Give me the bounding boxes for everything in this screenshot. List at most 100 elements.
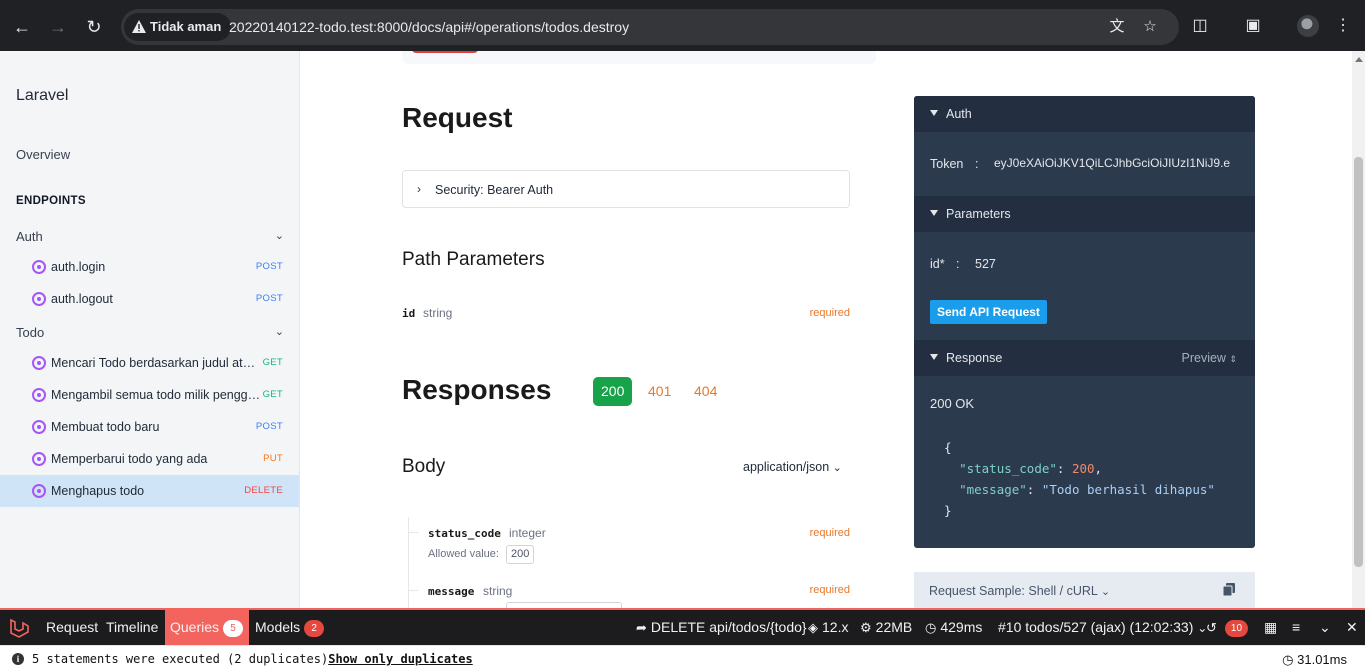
schema-tree-line <box>408 517 409 608</box>
security-chip[interactable]: Tidak aman <box>124 13 232 41</box>
sidebar-item-auth-login[interactable]: auth.login POST <box>0 251 299 283</box>
settings-sliders-icon[interactable]: ≡ <box>1292 610 1300 645</box>
tab-search-icon[interactable]: ▣ <box>1240 13 1266 39</box>
minimize-chevron-icon[interactable]: ⌄ <box>1319 610 1331 645</box>
debugbar-tab-queries[interactable]: Queries 5 <box>165 610 250 645</box>
time-text: 31.01ms <box>1297 652 1347 667</box>
copy-icon[interactable] <box>1223 583 1235 596</box>
sidebar-item-todo-search[interactable]: Mencari Todo berdasarkan judul atau… GET <box>0 347 299 379</box>
response-tab-404[interactable]: 404 <box>686 377 725 406</box>
param-name: id <box>402 307 416 320</box>
endpoint-label: Menghapus todo <box>51 484 145 498</box>
show-duplicates-link[interactable]: Show only duplicates <box>328 652 473 666</box>
sidebar-item-overview[interactable]: Overview <box>16 147 70 162</box>
warning-icon <box>132 20 146 33</box>
method-badge: GET <box>262 389 283 400</box>
laravel-version-indicator[interactable]: ◈ 12.x <box>808 610 848 645</box>
memory-indicator[interactable]: ⚙ 22MB <box>860 610 912 645</box>
content-type-label: application/json <box>743 460 830 474</box>
route-indicator[interactable]: ➦ DELETE api/todos/{todo} <box>636 610 807 645</box>
folder-icon[interactable]: ▦ <box>1264 610 1277 645</box>
endpoint-icon <box>32 484 46 498</box>
response-section-header[interactable]: Response Preview ⇕ <box>914 340 1255 376</box>
endpoint-label: Mengambil semua todo milik penggu… <box>51 388 261 402</box>
history-button[interactable]: ↺ 10 <box>1206 610 1249 645</box>
sidebar-item-todo-store[interactable]: Membuat todo baru POST <box>0 411 299 443</box>
request-select-text: #10 todos/527 (ajax) (12:02:33) <box>998 619 1194 635</box>
json-brace: } <box>944 503 952 518</box>
laravel-logo-icon[interactable] <box>9 617 31 639</box>
sidebar-group-todo[interactable]: Todo ⌄ <box>16 325 284 340</box>
request-sample-select[interactable]: Request Sample: Shell / cURL ⌄ <box>929 584 1110 598</box>
page-scrollbar[interactable] <box>1352 51 1365 608</box>
method-badge: POST <box>255 293 283 304</box>
id-input[interactable]: 527 <box>975 257 996 271</box>
docs-main: Request › Security: Bearer Auth Path Par… <box>300 51 1352 608</box>
translate-icon[interactable]: 文 <box>1107 17 1127 37</box>
id-separator: : <box>956 257 960 271</box>
id-label: id* <box>930 257 945 271</box>
json-value: 200 <box>1071 461 1095 476</box>
chevron-down-icon: ⌄ <box>832 462 842 474</box>
response-json: { "status_code": 200, "message": "Todo b… <box>944 440 1215 518</box>
section-title: Response <box>946 351 1003 365</box>
forward-icon[interactable]: → <box>44 13 72 41</box>
method-badge: PUT <box>263 453 283 464</box>
extensions-icon[interactable]: ◫ <box>1187 13 1213 39</box>
token-input[interactable]: eyJ0eXAiOiJKV1QiLCJhbGciOiJIUzI1NiJ9.e <box>994 156 1242 170</box>
close-icon[interactable]: ✕ <box>1346 610 1358 645</box>
content-type-select[interactable]: application/json ⌄ <box>743 460 842 474</box>
endpoint-label: auth.login <box>51 260 106 274</box>
section-title: Auth <box>946 107 972 121</box>
responses-heading: Responses <box>402 374 552 405</box>
menu-kebab-icon[interactable]: ⋮ <box>1330 13 1356 39</box>
field-type: integer <box>509 526 546 540</box>
sidebar-item-todo-destroy[interactable]: Menghapus todo DELETE <box>0 475 299 507</box>
scroll-thumb[interactable] <box>1354 157 1363 567</box>
debugbar: Request Timeline Queries 5 Models 2 ➦ DELET… <box>0 608 1365 645</box>
chevron-down-icon: ⌄ <box>1100 586 1111 598</box>
debugbar-tab-timeline[interactable]: Timeline <box>101 610 163 645</box>
route-text: DELETE api/todos/{todo} <box>650 619 807 635</box>
scroll-up-arrow[interactable] <box>1355 57 1363 62</box>
sidebar-item-todo-update[interactable]: Memperbarui todo yang ada PUT <box>0 443 299 475</box>
allowed-value-label: Allowed value: <box>428 548 499 560</box>
security-disclosure[interactable]: › Security: Bearer Auth <box>402 170 850 208</box>
request-heading: Request <box>402 102 513 133</box>
count-badge: 2 <box>304 620 325 637</box>
required-label: required <box>809 307 850 319</box>
debugbar-tab-request[interactable]: Request <box>41 610 103 645</box>
schema-tree-branch <box>408 532 418 533</box>
laravel-icon: ◈ <box>808 620 818 635</box>
share-icon: ➦ <box>636 620 647 635</box>
reload-icon[interactable]: ↻ <box>80 13 108 41</box>
auth-section-header[interactable]: Auth <box>914 96 1255 132</box>
path-parameters-heading: Path Parameters <box>402 249 545 270</box>
tab-label: Models <box>255 619 301 635</box>
address-bar[interactable]: Tidak aman 20220140122-todo.test:8000/do… <box>121 9 1179 45</box>
sort-icon: ⇕ <box>1229 354 1237 364</box>
caret-down-icon <box>930 354 938 360</box>
bookmark-star-icon[interactable]: ☆ <box>1140 17 1160 37</box>
request-sample-bar: Request Sample: Shell / cURL ⌄ <box>914 572 1255 608</box>
debugbar-tab-models[interactable]: Models 2 <box>250 610 329 645</box>
url-text[interactable]: 20220140122-todo.test:8000/docs/api#/ope… <box>229 9 629 45</box>
profile-avatar[interactable] <box>1297 15 1319 37</box>
preview-label: Preview <box>1181 351 1226 365</box>
back-icon[interactable]: ← <box>8 13 36 41</box>
request-sample-label: Request Sample: Shell / cURL <box>929 584 1098 598</box>
preview-select[interactable]: Preview ⇕ <box>1182 351 1238 365</box>
parameters-section-header[interactable]: Parameters <box>914 196 1255 232</box>
sidebar-item-auth-logout[interactable]: auth.logout POST <box>0 283 299 315</box>
sidebar-group-auth[interactable]: Auth ⌄ <box>16 229 284 244</box>
send-api-request-button[interactable]: Send API Request <box>930 300 1047 324</box>
endpoint-icon <box>32 452 46 466</box>
request-select[interactable]: #10 todos/527 (ajax) (12:02:33) ⌄ <box>998 610 1207 645</box>
duration-indicator[interactable]: ◷ 429ms <box>925 610 982 645</box>
statements-summary: 5 statements were executed (2 duplicates… <box>32 652 329 666</box>
response-tab-401[interactable]: 401 <box>640 377 679 406</box>
memory-text: 22MB <box>875 619 913 635</box>
response-tab-200[interactable]: 200 <box>593 377 633 406</box>
sidebar-item-todo-index[interactable]: Mengambil semua todo milik penggu… GET <box>0 379 299 411</box>
endpoints-heading: ENDPOINTS <box>16 195 86 207</box>
